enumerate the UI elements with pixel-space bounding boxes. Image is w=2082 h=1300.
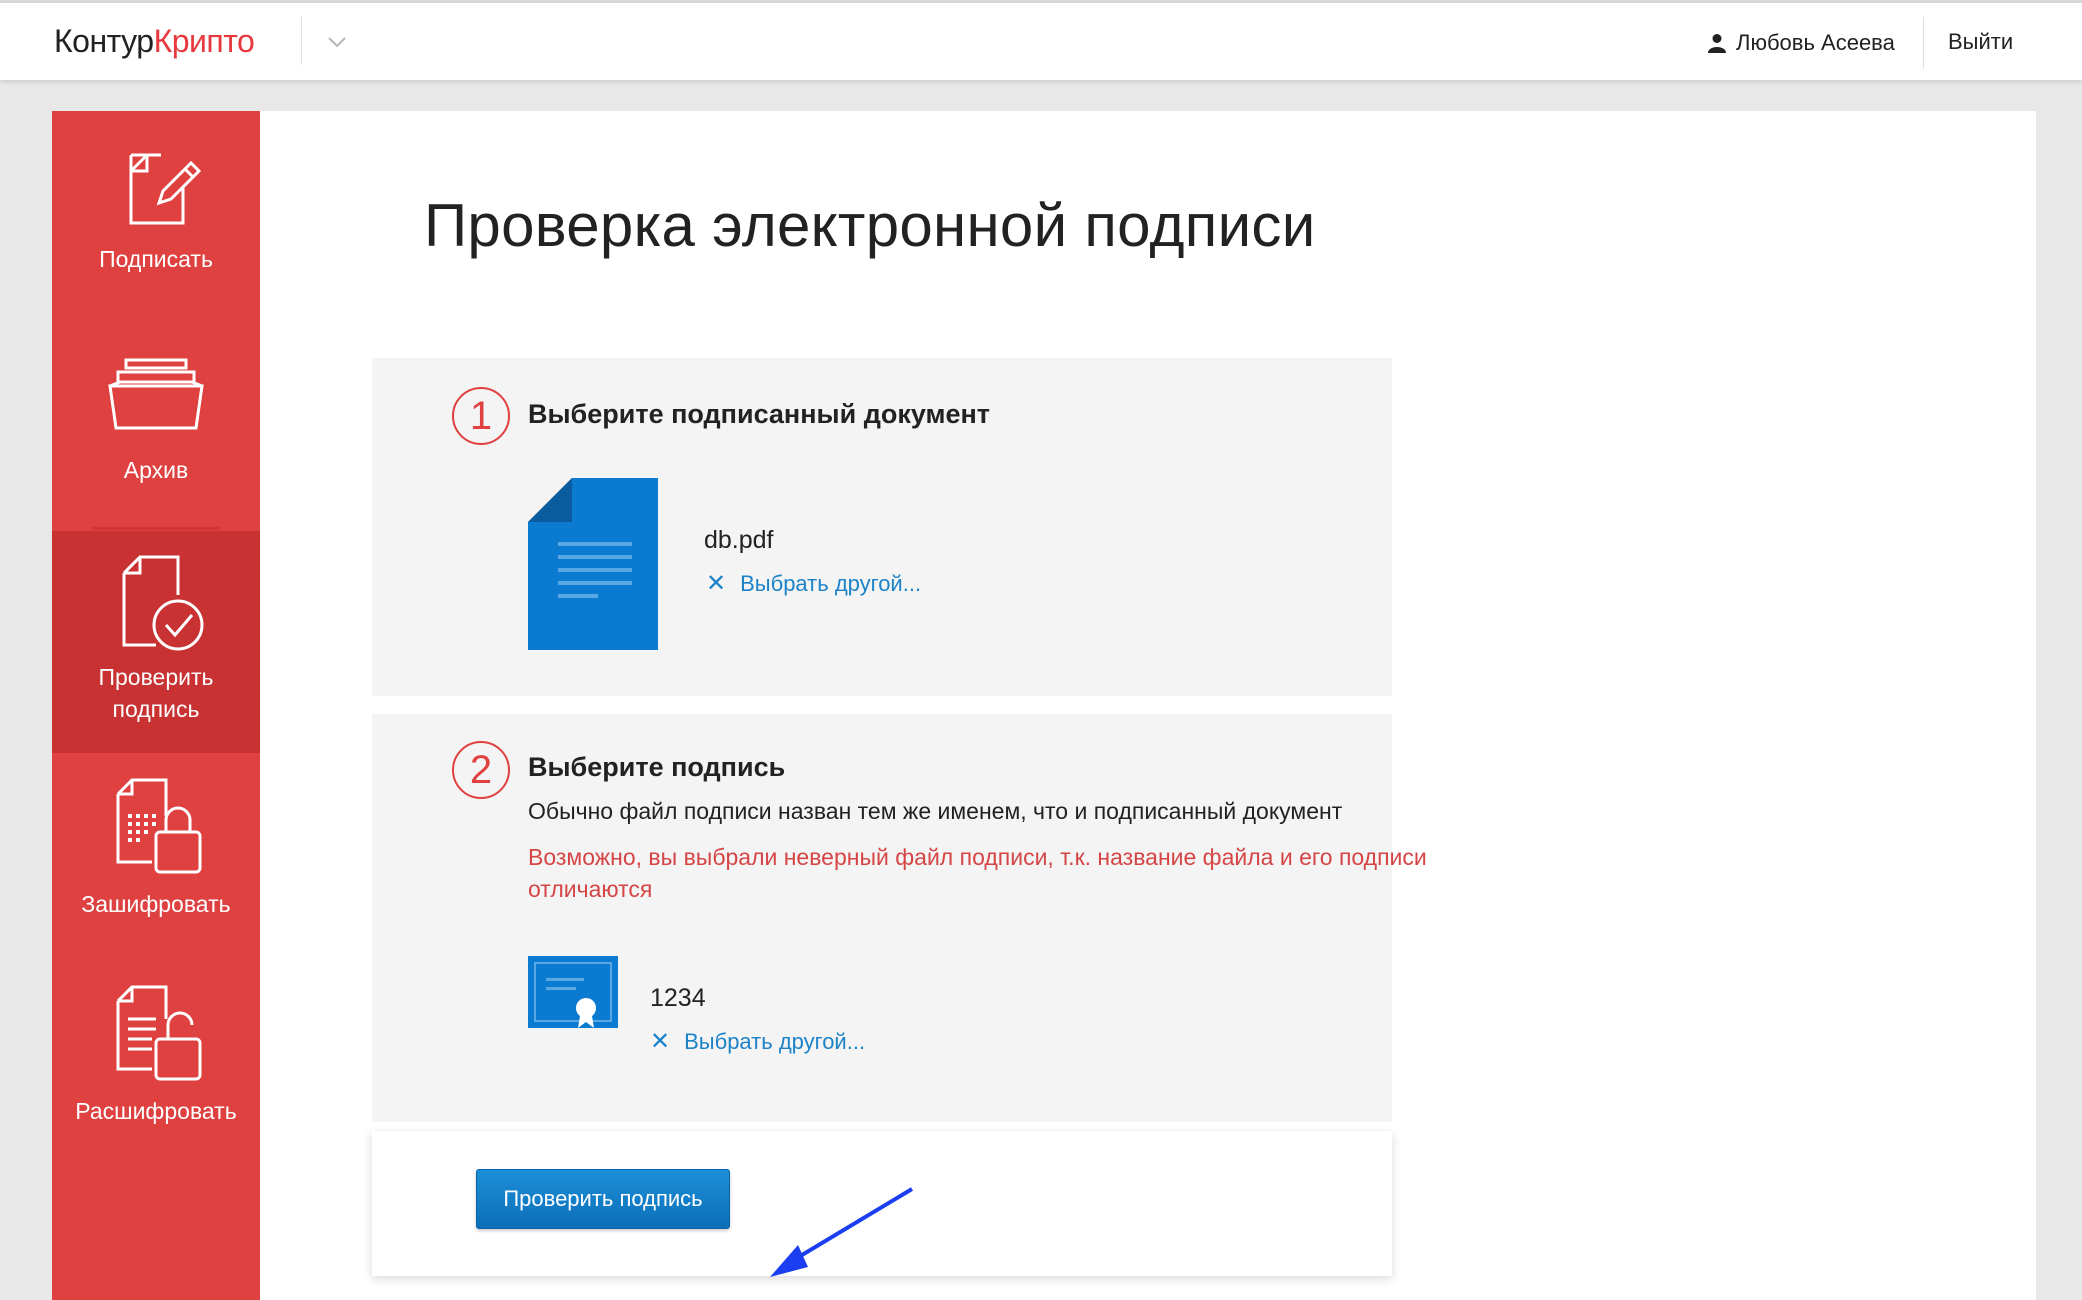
step-title: Выберите подписанный документ [528, 399, 991, 429]
sidebar-item-label: Проверить подпись [98, 664, 214, 722]
sidebar-item-verify[interactable]: Проверить подпись [52, 531, 260, 753]
sidebar-item-label: Расшифровать [75, 1098, 237, 1124]
signature-certificate-icon [528, 956, 618, 1028]
user-menu[interactable]: Любовь Асеева [1708, 25, 1895, 61]
divider [1923, 17, 1924, 69]
top-bar: КонтурКрипто Любовь Асеева Выйти [0, 0, 2082, 80]
user-icon [1708, 34, 1726, 53]
main-card: Подписать Архив Проверить подпись Зашифр… [52, 111, 2036, 1300]
sidebar-item-label: Подписать [99, 246, 213, 272]
signature-hint: Обычно файл подписи назван тем же именем… [528, 798, 1343, 824]
sidebar-item-encrypt[interactable]: Зашифровать [52, 776, 260, 956]
sidebar: Подписать Архив Проверить подпись Зашифр… [52, 111, 260, 1300]
signature-file-name: 1234 [650, 984, 706, 1012]
sidebar-item-label: Архив [123, 457, 189, 483]
sign-document-icon [129, 153, 201, 225]
app-logo[interactable]: КонтурКрипто [54, 21, 255, 61]
sidebar-item-archive[interactable]: Архив [52, 356, 260, 516]
chevron-down-icon[interactable] [322, 27, 352, 57]
choose-other-label: Выбрать другой... [740, 570, 922, 596]
logout-link[interactable]: Выйти [1948, 29, 2013, 55]
user-name: Любовь Асеева [1736, 30, 1895, 55]
document-file-icon [528, 478, 658, 650]
decrypt-unlock-icon [116, 985, 202, 1081]
archive-tray-icon [108, 358, 204, 430]
step-title: Выберите подпись [528, 752, 786, 782]
step2-panel: 2 Выберите подпись Обычно файл подписи н… [372, 714, 1427, 1122]
encrypt-lock-icon [116, 778, 202, 874]
page-title: Проверка электронной подписи [424, 192, 1316, 259]
step1-panel: 1 Выберите подписанный документ db.pdf ✕… [372, 358, 1392, 696]
annotation-arrow-icon [770, 1187, 914, 1277]
document-file-name: db.pdf [704, 526, 774, 554]
verify-signature-button[interactable]: Проверить подпись [476, 1169, 730, 1229]
signature-warning: Возможно, вы выбрали неверный файл подпи… [528, 844, 1427, 902]
close-icon: ✕ [706, 570, 727, 597]
divider [301, 17, 302, 65]
sidebar-item-decrypt[interactable]: Расшифровать [52, 983, 260, 1163]
sidebar-item-sign[interactable]: Подписать [52, 141, 260, 311]
choose-other-signature-link[interactable]: ✕ Выбрать другой... [650, 1027, 865, 1056]
choose-other-document-link[interactable]: ✕ Выбрать другой... [706, 569, 921, 598]
close-icon: ✕ [650, 1028, 671, 1055]
choose-other-label: Выбрать другой... [684, 1028, 866, 1054]
sidebar-separator [92, 527, 220, 530]
logo-text-kripto: Крипто [153, 23, 255, 59]
logo-text-kontur: Контур [54, 23, 154, 59]
step-number: 1 [452, 387, 510, 445]
verify-document-icon [122, 555, 204, 651]
sidebar-item-label: Зашифровать [81, 891, 231, 917]
step-number: 2 [452, 741, 510, 799]
